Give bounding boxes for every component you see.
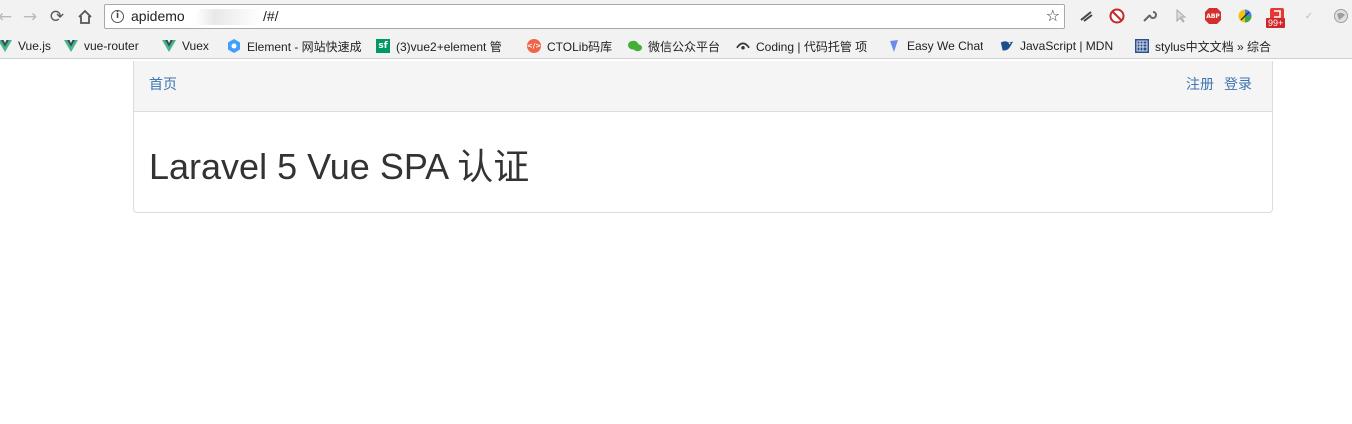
bookmark-segmentfault[interactable]: sf (3)vue2+element 管 — [376, 38, 512, 54]
check-extension-icon[interactable]: ✓ — [1300, 7, 1318, 25]
main-panel: 首页 注册 登录 Laravel 5 Vue SPA 认证 — [133, 61, 1273, 213]
nav-register-link[interactable]: 注册 — [1186, 74, 1214, 94]
bookmark-vuex[interactable]: Vuex — [162, 38, 209, 54]
coding-icon — [736, 39, 750, 53]
nav-login-link[interactable]: 登录 — [1224, 74, 1252, 94]
notification-badge: 99+ — [1266, 18, 1286, 28]
element-icon — [227, 39, 241, 53]
page-title: Laravel 5 Vue SPA 认证 — [149, 146, 530, 187]
vue-icon — [64, 39, 78, 53]
bookmark-coding[interactable]: Coding | 代码托管 项 — [736, 38, 874, 54]
wrench-extension-icon[interactable] — [1140, 7, 1158, 25]
home-icon[interactable] — [74, 6, 96, 28]
adblock-icon[interactable]: ABP — [1204, 7, 1222, 25]
bookmark-stylus[interactable]: stylus中文文档 » 综合 — [1135, 38, 1275, 54]
mdn-icon — [1000, 39, 1014, 53]
bookmark-vuejs[interactable]: Vue.js — [0, 38, 51, 54]
vue-icon — [162, 39, 176, 53]
browser-toolbar: ← → ⟳ i apidemo /#/ ☆ ABP 99+ ✓ — [0, 0, 1352, 34]
easywechat-icon — [887, 39, 901, 53]
proxy-extension-icon[interactable] — [1077, 7, 1095, 25]
bookmark-element[interactable]: Element - 网站快速成 — [227, 38, 365, 54]
vue-icon — [0, 39, 12, 53]
ctolib-icon: </> — [527, 39, 541, 53]
bookmark-vue-router[interactable]: vue-router — [64, 38, 139, 54]
bookmark-wechat[interactable]: 微信公众平台 — [628, 38, 720, 54]
bookmark-star-icon[interactable]: ☆ — [1046, 6, 1060, 25]
globe-extension-icon[interactable] — [1332, 7, 1350, 25]
url-suffix: /#/ — [263, 8, 279, 24]
block-extension-icon[interactable] — [1108, 7, 1126, 25]
info-icon[interactable]: i — [111, 10, 124, 23]
reload-icon[interactable]: ⟳ — [46, 6, 68, 28]
forward-icon[interactable]: → — [19, 6, 41, 28]
nav-home-link[interactable]: 首页 — [149, 74, 177, 94]
color-extension-icon[interactable] — [1236, 7, 1254, 25]
bookmark-ctolib[interactable]: </> CTOLib码库 — [527, 38, 612, 54]
bookmark-easywechat[interactable]: Easy We Chat — [887, 38, 983, 54]
back-icon[interactable]: ← — [0, 6, 16, 28]
url-redaction — [195, 9, 261, 25]
bookmarks-bar: Vue.js vue-router Vuex Element - 网站快速成 s… — [0, 34, 1352, 59]
stylus-icon — [1135, 39, 1149, 53]
address-bar[interactable]: i apidemo /#/ ☆ — [104, 4, 1065, 29]
cursor-extension-icon[interactable] — [1172, 7, 1190, 25]
adblock-label: ABP — [1206, 12, 1220, 20]
wechat-icon — [628, 39, 642, 53]
segmentfault-icon: sf — [376, 39, 390, 53]
url-prefix: apidemo — [131, 8, 185, 24]
navbar: 首页 注册 登录 — [134, 61, 1272, 112]
bookmark-mdn[interactable]: JavaScript | MDN — [1000, 38, 1113, 54]
